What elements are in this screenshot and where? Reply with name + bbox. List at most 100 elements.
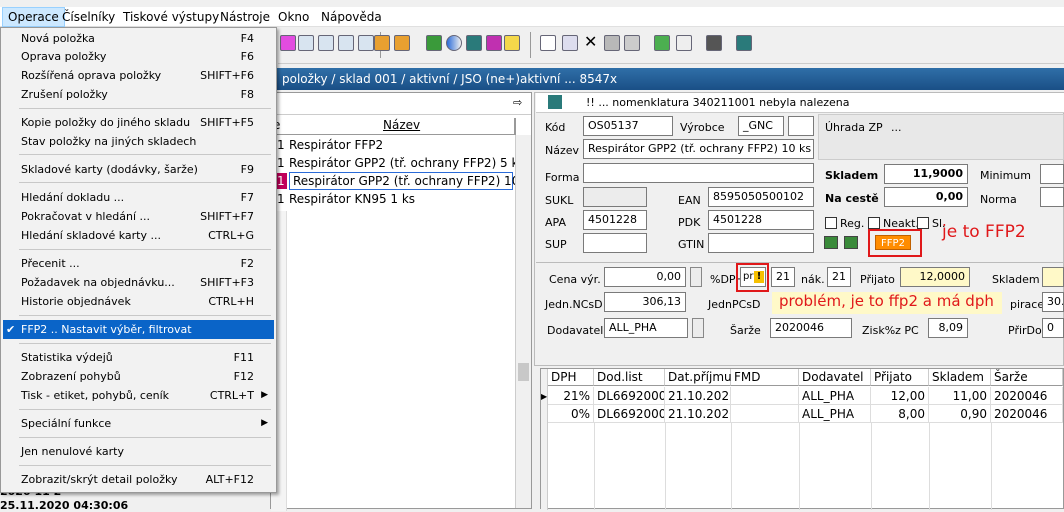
cube-icon[interactable]: [426, 35, 442, 51]
menu-item-nova-polozka[interactable]: Nová položka F4: [3, 29, 274, 48]
printer-icon[interactable]: [706, 35, 722, 51]
grid-cell[interactable]: 2020046: [991, 405, 1063, 423]
menu-tiskove-vystupy[interactable]: Tiskové výstupy: [118, 7, 224, 27]
neakt-checkbox[interactable]: [868, 217, 880, 229]
menu-okno[interactable]: Okno: [273, 7, 314, 27]
sl-checkbox[interactable]: [917, 217, 929, 229]
grid-cell[interactable]: 21%: [548, 387, 594, 405]
menu-item-hledani-karty[interactable]: Hledání skladové karty ... CTRL+G: [3, 226, 274, 245]
dodavatel-field[interactable]: ALL_PHA: [604, 318, 688, 338]
skladem2-field[interactable]: [1042, 267, 1064, 287]
menu-item-rozsirena-oprava[interactable]: Rozšířená oprava položky SHIFT+F6: [3, 66, 274, 85]
grid-cell[interactable]: ALL_PHA: [799, 387, 871, 405]
menu-item-zruseni-polozky[interactable]: Zrušení položky F8: [3, 85, 274, 104]
money-icon[interactable]: [844, 236, 858, 249]
list-item[interactable]: 1 Respirátor KN95 1 ks: [271, 190, 516, 208]
save-icon[interactable]: [604, 35, 620, 51]
grid-cell[interactable]: 21.10.2020: [665, 405, 731, 423]
table-icon[interactable]: [358, 35, 374, 51]
grid-cell[interactable]: [731, 405, 799, 423]
kod-field[interactable]: OS05137: [583, 116, 673, 136]
menu-napoveda[interactable]: Nápověda: [316, 7, 387, 27]
folder-icon[interactable]: [394, 35, 410, 51]
table-icon[interactable]: [318, 35, 334, 51]
menu-item-statistika-vydeju[interactable]: Statistika výdejů F11: [3, 348, 274, 367]
column-header-name[interactable]: Název: [383, 118, 420, 132]
note-icon[interactable]: [504, 35, 520, 51]
grid-cell[interactable]: 0%: [548, 405, 594, 423]
table-icon[interactable]: [298, 35, 314, 51]
list-item[interactable]: 1 Respirátor FFP2: [271, 136, 516, 154]
sukl-field[interactable]: [583, 187, 647, 207]
reg-checkbox[interactable]: [825, 217, 837, 229]
menu-operace[interactable]: Operace: [2, 7, 65, 27]
grid-cell[interactable]: 8,00: [871, 405, 929, 423]
vyrobce-extra-field[interactable]: [788, 116, 814, 136]
grid-cell[interactable]: ALL_PHA: [799, 405, 871, 423]
forma-field[interactable]: [583, 163, 814, 183]
menu-item-zobrazeni-pohybu[interactable]: Zobrazení pohybů F12: [3, 367, 274, 386]
minimum-field[interactable]: [1040, 164, 1064, 184]
menu-item-ffp2-filter[interactable]: ✔ FFP2 .. Nastavit výběr, filtrovat: [3, 320, 274, 339]
copy-icon[interactable]: [676, 35, 692, 51]
skladem-field[interactable]: 11,9000: [884, 164, 968, 184]
menu-item-stav-polozky[interactable]: Stav položky na jiných skladech: [3, 132, 274, 151]
grid-cell[interactable]: 0,90: [929, 405, 991, 423]
grid-header-skladem[interactable]: Skladem: [929, 369, 991, 386]
edit-icon[interactable]: [562, 35, 578, 51]
globe-icon[interactable]: [446, 35, 462, 51]
new-document-icon[interactable]: [540, 35, 556, 51]
sup-field[interactable]: [583, 233, 647, 253]
dph-field[interactable]: 21: [771, 267, 795, 287]
menu-item-zobrazit-detail[interactable]: Zobrazit/skrýt detail položky ALT+F12: [3, 470, 274, 489]
menu-item-specialni-funkce[interactable]: Speciální funkce ▶: [3, 414, 274, 433]
menu-item-historie-objednavek[interactable]: Historie objednávek CTRL+H: [3, 292, 274, 311]
grid-cell[interactable]: 12,00: [871, 387, 929, 405]
zisk-field[interactable]: 8,09: [928, 318, 968, 338]
cube-icon[interactable]: [486, 35, 502, 51]
menu-item-oprava-polozky[interactable]: Oprava položky F6: [3, 47, 274, 66]
pdk-field[interactable]: 4501228: [708, 210, 814, 230]
grid-header-prijato[interactable]: Přijato: [871, 369, 929, 386]
norma-field[interactable]: [1040, 187, 1064, 207]
grid-cell[interactable]: 2020046: [991, 387, 1063, 405]
transfer-icon[interactable]: [736, 35, 752, 51]
table-icon[interactable]: [338, 35, 354, 51]
nacest-field[interactable]: 0,00: [884, 187, 968, 207]
menu-item-precenit[interactable]: Přecenit ... F2: [3, 254, 274, 273]
grid-header-dodavatel[interactable]: Dodavatel: [799, 369, 871, 386]
grid-header-dodlist[interactable]: Dod.list: [594, 369, 665, 386]
list-scrollbar[interactable]: [515, 135, 531, 508]
undo-icon[interactable]: [624, 35, 640, 51]
prijato-field[interactable]: 12,0000: [900, 267, 970, 287]
gtin-field[interactable]: [708, 233, 814, 253]
list-search-input[interactable]: [271, 95, 531, 115]
menu-item-pozadavek-objednavka[interactable]: Požadavek na objednávku... SHIFT+F3: [3, 273, 274, 292]
menu-item-hledani-dokladu[interactable]: Hledání dokladu ... F7: [3, 188, 274, 207]
menu-item-jen-nenulove[interactable]: Jen nenulové karty: [3, 442, 274, 461]
folder-icon[interactable]: [374, 35, 390, 51]
nazev-field[interactable]: Respirátor GPP2 (tř. ochrany FFP2) 10 ks: [583, 139, 814, 159]
menu-item-pokracovat-hledani[interactable]: Pokračovat v hledání ... SHIFT+F7: [3, 207, 274, 226]
color-icon[interactable]: [280, 35, 296, 51]
menu-item-kopie-polozky[interactable]: Kopie položky do jiného skladu SHIFT+F5: [3, 113, 274, 132]
grid-header-sarze[interactable]: Šarže: [991, 369, 1063, 386]
vyrobce-field[interactable]: _GNC: [738, 116, 784, 136]
menu-nastroje[interactable]: Nástroje: [215, 7, 275, 27]
prirdod-field[interactable]: 0: [1042, 318, 1064, 338]
grid-cell[interactable]: 11,00: [929, 387, 991, 405]
cube-icon[interactable]: [466, 35, 482, 51]
refresh-icon[interactable]: [654, 35, 670, 51]
list-item[interactable]: 1 Respirátor GPP2 (tř. ochrany FFP2) 5 k…: [271, 154, 525, 172]
money-icon[interactable]: [824, 236, 838, 249]
grid-cell[interactable]: DL6692000(: [594, 405, 665, 423]
cena-field[interactable]: 0,00: [604, 267, 686, 287]
grid-header-dph[interactable]: DPH: [548, 369, 594, 386]
grid-cell[interactable]: DL6692000(: [594, 387, 665, 405]
menu-item-skladove-karty[interactable]: Skladové karty (dodávky, šarže) F9: [3, 160, 274, 179]
dodavatel-button[interactable]: [692, 318, 704, 338]
list-item-selected[interactable]: 1 Respirátor GPP2 (tř. ochrany FFP2) 10: [271, 172, 519, 190]
ean-field[interactable]: 8595050500102: [708, 187, 814, 207]
grid-cell[interactable]: [731, 387, 799, 405]
jedn-field[interactable]: 306,13: [604, 292, 686, 312]
